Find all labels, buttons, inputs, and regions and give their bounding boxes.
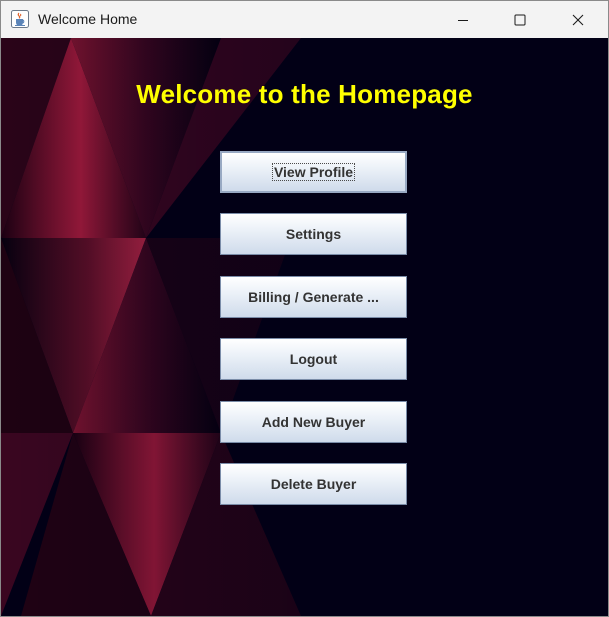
window-title: Welcome Home — [38, 11, 138, 27]
title-bar[interactable]: Welcome Home — [1, 1, 608, 38]
view-profile-button[interactable]: View Profile — [220, 151, 407, 193]
homepage-panel: Welcome to the Homepage View Profile Set… — [1, 38, 608, 616]
add-new-buyer-label: Add New Buyer — [261, 414, 366, 430]
page-title: Welcome to the Homepage — [136, 79, 473, 109]
maximize-button[interactable] — [491, 1, 549, 38]
billing-generate-button[interactable]: Billing / Generate ... — [220, 276, 407, 318]
delete-buyer-label: Delete Buyer — [270, 476, 357, 492]
close-icon — [572, 14, 584, 25]
minimize-icon — [458, 19, 468, 21]
delete-buyer-button[interactable]: Delete Buyer — [220, 463, 407, 505]
app-window: Welcome Home Welcome to the Homepage Vie… — [0, 0, 609, 617]
settings-button[interactable]: Settings — [220, 213, 407, 255]
background-image — [1, 38, 608, 616]
view-profile-label: View Profile — [271, 163, 356, 181]
minimize-button[interactable] — [434, 1, 492, 38]
logout-button[interactable]: Logout — [220, 338, 407, 380]
settings-label: Settings — [285, 226, 342, 242]
java-cup-icon — [11, 10, 29, 28]
close-button[interactable] — [549, 1, 607, 38]
add-new-buyer-button[interactable]: Add New Buyer — [220, 401, 407, 443]
maximize-icon — [514, 14, 526, 25]
logout-label: Logout — [289, 351, 338, 367]
billing-generate-label: Billing / Generate ... — [248, 289, 379, 305]
